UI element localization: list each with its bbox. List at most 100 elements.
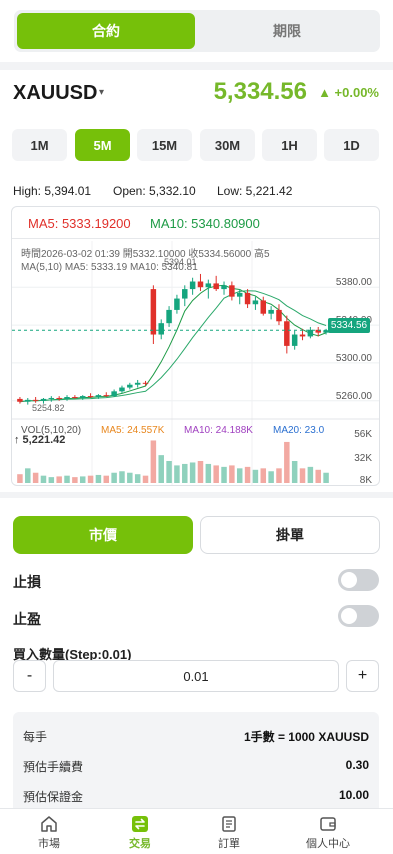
candle-body bbox=[244, 292, 251, 305]
price-stats: High: 5,394.01 Open: 5,332.10 Low: 5,221… bbox=[0, 174, 393, 206]
nav-trade[interactable]: 交易 bbox=[91, 809, 189, 854]
timeframe-5m[interactable]: 5M bbox=[75, 129, 130, 161]
symbol-selector[interactable]: XAUUSD bbox=[13, 82, 97, 105]
timeframe-bar: 1M 5M 15M 30M 1H 1D bbox=[0, 118, 393, 174]
candle-body bbox=[134, 382, 141, 385]
volume-bar bbox=[158, 455, 164, 483]
nav-label: 個人中心 bbox=[306, 838, 350, 850]
candle-body bbox=[205, 283, 212, 288]
timeframe-1h[interactable]: 1H bbox=[262, 129, 317, 161]
candle-body bbox=[87, 396, 94, 398]
y-tick: 5300.00 bbox=[335, 353, 372, 364]
nav-label: 訂單 bbox=[218, 838, 240, 850]
stat-open: Open: 5,332.10 bbox=[113, 184, 196, 198]
candle-body bbox=[221, 285, 227, 290]
volume-bar bbox=[142, 475, 149, 483]
volume-bar bbox=[276, 468, 282, 483]
volume-bar bbox=[307, 466, 314, 483]
candle-body bbox=[48, 397, 55, 399]
volume-bar bbox=[150, 440, 157, 483]
volume-ma5: MA5: 24.557K bbox=[101, 425, 165, 436]
kline-chart[interactable]: MA5: 5333.19200 MA10: 5340.80900 時間2026-… bbox=[11, 206, 380, 486]
home-icon bbox=[41, 816, 57, 832]
nav-profile[interactable]: 個人中心 bbox=[278, 809, 378, 854]
bottom-nav: 市場 交易 訂單 個人中心 bbox=[0, 808, 393, 854]
candle-body bbox=[79, 396, 86, 398]
volume-bar bbox=[299, 468, 306, 483]
order-summary: 每手 1手數 = 1000 XAUUSD 預估手續費 0.30 預估保證金 10… bbox=[0, 712, 393, 808]
tab-futures[interactable]: 期限 bbox=[198, 13, 376, 49]
summary-key: 每手 bbox=[23, 730, 48, 744]
tab-contract[interactable]: 合約 bbox=[17, 13, 195, 49]
volume-bar bbox=[244, 466, 251, 483]
volume-tick: 8K bbox=[359, 475, 372, 486]
volume-bar bbox=[56, 476, 62, 483]
volume-bar bbox=[72, 477, 78, 483]
volume-bar bbox=[229, 465, 235, 483]
candle-body bbox=[276, 309, 282, 322]
volume-bar bbox=[48, 477, 55, 483]
candle-body bbox=[150, 289, 157, 335]
stat-high: High: 5,394.01 bbox=[13, 184, 92, 198]
summary-key: 預估保證金 bbox=[23, 790, 84, 804]
nav-orders[interactable]: 訂單 bbox=[180, 809, 278, 854]
candle-body bbox=[291, 334, 298, 346]
volume-bar bbox=[87, 475, 94, 483]
take-profit-label: 止盈 bbox=[13, 611, 41, 627]
stop-loss-toggle[interactable] bbox=[338, 569, 379, 591]
timeframe-15m[interactable]: 15M bbox=[137, 129, 192, 161]
nav-market[interactable]: 市場 bbox=[0, 809, 98, 854]
toggle-knob bbox=[341, 608, 357, 624]
volume-bar bbox=[268, 471, 274, 483]
volume-bar bbox=[284, 441, 290, 483]
candle-body bbox=[236, 292, 243, 297]
quantity-decrease-button[interactable]: - bbox=[13, 660, 46, 692]
volume-tick: 32K bbox=[354, 453, 372, 464]
quantity-increase-button[interactable]: + bbox=[346, 660, 379, 692]
market-type-tabs: 合約 期限 bbox=[0, 0, 393, 62]
candle-body bbox=[111, 391, 117, 397]
candle-body bbox=[40, 398, 47, 401]
candle-body bbox=[189, 281, 196, 290]
volume-bar bbox=[197, 461, 204, 483]
take-profit-toggle[interactable] bbox=[338, 605, 379, 627]
toggle-knob bbox=[341, 572, 357, 588]
high-annotation: 5394.01 bbox=[164, 257, 197, 267]
order-panel: 市價 掛單 止損 止盈 買入數量(Step:0.01) - + bbox=[0, 498, 393, 712]
ma10-line bbox=[19, 290, 327, 403]
tab-market-order[interactable]: 市價 bbox=[13, 516, 193, 554]
volume-ma10: MA10: 24.188K bbox=[184, 425, 253, 436]
timeframe-1m[interactable]: 1M bbox=[12, 129, 67, 161]
candle-body bbox=[307, 329, 314, 337]
timeframe-30m[interactable]: 30M bbox=[200, 129, 255, 161]
volume-bar bbox=[127, 472, 133, 483]
volume-bar bbox=[189, 462, 196, 483]
chevron-down-icon[interactable]: ▾ bbox=[99, 87, 104, 98]
volume-low-value: ↑ 5,221.42 bbox=[14, 434, 66, 446]
stop-loss-label: 止損 bbox=[13, 574, 41, 590]
candle-body bbox=[103, 395, 110, 397]
volume-bar bbox=[236, 468, 243, 483]
candle-body bbox=[268, 309, 274, 314]
quantity-input[interactable] bbox=[53, 660, 339, 692]
y-tick: 5260.00 bbox=[335, 391, 372, 402]
symbol-header: XAUUSD ▾ 5,334.56 ▲ +0.00% bbox=[0, 70, 393, 118]
candle-body bbox=[284, 321, 290, 346]
volume-bar bbox=[134, 474, 141, 483]
volume-bar bbox=[182, 463, 188, 483]
candle-body bbox=[252, 300, 259, 305]
stat-low: Low: 5,221.42 bbox=[217, 184, 293, 198]
candle-body bbox=[127, 384, 133, 388]
wallet-icon bbox=[320, 817, 336, 831]
candle-body bbox=[174, 298, 180, 310]
candle-body bbox=[158, 323, 164, 335]
candle-body bbox=[197, 281, 204, 288]
tab-limit-order[interactable]: 掛單 bbox=[200, 516, 380, 554]
low-annotation: 5254.82 bbox=[32, 403, 65, 413]
timeframe-1d[interactable]: 1D bbox=[324, 129, 379, 161]
candle-body bbox=[119, 387, 125, 392]
volume-bar bbox=[79, 476, 86, 483]
volume-bar bbox=[205, 463, 212, 483]
summary-value: 1手數 = 1000 XAUUSD bbox=[243, 730, 369, 744]
nav-label: 市場 bbox=[38, 838, 60, 850]
